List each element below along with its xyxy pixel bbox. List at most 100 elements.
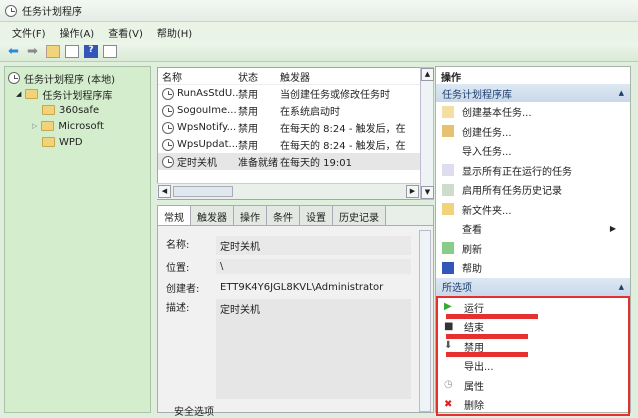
author-value[interactable]: ETT9K4Y6JGL8KVL\Administrator — [216, 280, 387, 295]
tree-root[interactable]: 任务计划程序 (本地) — [8, 70, 147, 86]
location-label: 位置: — [166, 263, 190, 274]
description-label: 描述: — [166, 303, 190, 314]
menu-action[interactable]: 操作(A) — [60, 25, 95, 40]
tab-conditions[interactable]: 条件 — [267, 206, 300, 225]
task-trigger: 在系统启动时 — [280, 107, 340, 118]
list-vertical-scrollbar[interactable]: ▲ ▼ — [420, 67, 434, 200]
section-library-label: 任务计划程序库 — [442, 89, 512, 101]
action-item[interactable]: 帮助 — [436, 258, 630, 278]
menu-view[interactable]: 查看(V) — [108, 25, 143, 40]
clock-icon — [8, 72, 20, 84]
table-row[interactable]: 定时关机 准备就绪 在每天的 19:01 — [158, 153, 421, 170]
task-trigger: 当创建任务或修改任务时 — [280, 90, 390, 101]
folder-icon — [42, 105, 55, 115]
folder-label: 360safe — [59, 104, 100, 116]
task-trigger: 在每天的 19:01 — [280, 158, 352, 169]
task-name: RunAsStdU... — [158, 87, 238, 100]
tree-library-label: 任务计划程序库 — [42, 90, 113, 102]
scroll-thumb[interactable] — [173, 186, 233, 197]
action-item[interactable]: 新文件夹... — [436, 200, 630, 220]
description-value[interactable]: 定时关机 — [216, 299, 411, 399]
forward-arrow-icon[interactable]: ➡ — [27, 45, 41, 58]
action-label: 导入任务... — [462, 147, 512, 159]
task-name: SogouIme... — [158, 104, 238, 117]
task-trigger: 在每天的 8:24 - 触发后，在 — [280, 141, 406, 152]
properties-icon: ◷ — [444, 379, 453, 391]
selected-action-item[interactable]: ✖ 删除 — [438, 395, 628, 415]
action-label: 属性 — [464, 381, 484, 393]
scroll-left-button[interactable]: ◀ — [158, 185, 171, 198]
tree-folder-360safe[interactable]: 360safe — [8, 102, 147, 118]
action-item[interactable]: 启用所有任务历史记录 — [436, 180, 630, 200]
table-row[interactable]: WpsUpdat... 禁用 在每天的 8:24 - 触发后，在 — [158, 136, 421, 153]
collapse-icon[interactable]: ▲ — [619, 89, 624, 97]
action-item[interactable]: 刷新 — [436, 239, 630, 259]
tree-folder-wpd[interactable]: WPD — [8, 134, 147, 150]
help-icon[interactable]: ? — [84, 45, 98, 58]
task-status: 禁用 — [238, 141, 258, 152]
delete-icon: ✖ — [444, 398, 453, 410]
task-name-text: SogouIme... — [177, 105, 237, 116]
view-icon — [442, 223, 454, 235]
action-label: 刷新 — [462, 244, 482, 256]
tab-actions[interactable]: 操作 — [234, 206, 267, 225]
section-library[interactable]: 任务计划程序库 ▲ — [436, 84, 630, 102]
name-field: 名称: 定时关机 — [166, 236, 411, 255]
collapse-icon[interactable]: ▲ — [619, 283, 624, 291]
task-name: 定时关机 — [158, 154, 238, 169]
selected-action-item[interactable]: ◷ 属性 — [438, 376, 628, 396]
folder-icon — [41, 121, 55, 131]
create-basic-task-icon — [442, 105, 454, 118]
selected-action-item[interactable]: 导出... — [438, 356, 628, 376]
highlight-underline — [446, 351, 528, 357]
column-trigger[interactable]: 触发器 — [280, 69, 420, 84]
action-item[interactable]: 创建任务... — [436, 122, 630, 142]
action-item[interactable]: 查看 ▶ — [436, 219, 630, 239]
tab-general[interactable]: 常规 — [158, 206, 191, 225]
name-value[interactable]: 定时关机 — [216, 236, 411, 255]
list-horizontal-scrollbar[interactable]: ◀ ▶ — [157, 183, 420, 199]
back-arrow-icon[interactable]: ⬅ — [8, 45, 22, 58]
table-row[interactable]: RunAsStdU... 禁用 当创建任务或修改任务时 — [158, 85, 421, 102]
column-name[interactable]: 名称 — [158, 69, 238, 84]
disable-icon: ⬇ — [444, 340, 453, 352]
table-row[interactable]: SogouIme... 禁用 在系统启动时 — [158, 102, 421, 119]
task-clock-icon — [162, 87, 174, 100]
section-selected[interactable]: 所选项 ▲ — [436, 277, 630, 296]
task-clock-icon — [162, 121, 174, 134]
tree-root-label: 任务计划程序 (本地) — [24, 74, 115, 86]
action-item[interactable]: 创建基本任务... — [436, 102, 630, 122]
scroll-right-button[interactable]: ▶ — [406, 185, 419, 198]
task-name: WpsNotify... — [158, 121, 238, 134]
navigation-tree: 任务计划程序 (本地) ◢ 任务计划程序库 360safe ▷ Microsoft … — [4, 66, 151, 413]
tab-triggers[interactable]: 触发器 — [191, 206, 234, 225]
run-icon: ▶ — [444, 301, 452, 313]
new-folder-icon — [442, 203, 454, 216]
show-hide-actions-icon[interactable] — [103, 45, 117, 58]
details-scrollbar[interactable] — [419, 230, 431, 412]
menu-help[interactable]: 帮助(H) — [157, 25, 192, 40]
menu-file[interactable]: 文件(F) — [12, 25, 46, 40]
collapse-arrow-icon[interactable]: ▷ — [32, 122, 37, 130]
column-status[interactable]: 状态 — [238, 69, 280, 84]
tree-folder-microsoft[interactable]: ▷ Microsoft — [8, 118, 147, 134]
tab-history[interactable]: 历史记录 — [333, 206, 386, 225]
tab-settings[interactable]: 设置 — [300, 206, 333, 225]
action-item[interactable]: 显示所有正在运行的任务 — [436, 161, 630, 181]
tree-library[interactable]: ◢ 任务计划程序库 — [8, 86, 147, 102]
folder-up-icon[interactable] — [46, 45, 60, 58]
folder-icon — [25, 89, 39, 99]
location-value[interactable]: \ — [216, 259, 411, 274]
task-status: 禁用 — [238, 90, 258, 101]
table-row[interactable]: WpsNotify... 禁用 在每天的 8:24 - 触发后，在 — [158, 119, 421, 136]
app-clock-icon — [5, 4, 17, 17]
menu-bar: 文件(F) 操作(A) 查看(V) 帮助(H) — [0, 22, 638, 42]
refresh-icon — [442, 242, 454, 255]
end-icon: ■ — [444, 320, 454, 332]
expand-icon[interactable]: ◢ — [16, 90, 21, 98]
show-hide-tree-icon[interactable] — [65, 45, 79, 58]
action-item[interactable]: 导入任务... — [436, 141, 630, 161]
scroll-up-button[interactable]: ▲ — [421, 68, 434, 81]
window-title: 任务计划程序 — [22, 7, 82, 18]
scroll-down-button[interactable]: ▼ — [421, 186, 434, 199]
